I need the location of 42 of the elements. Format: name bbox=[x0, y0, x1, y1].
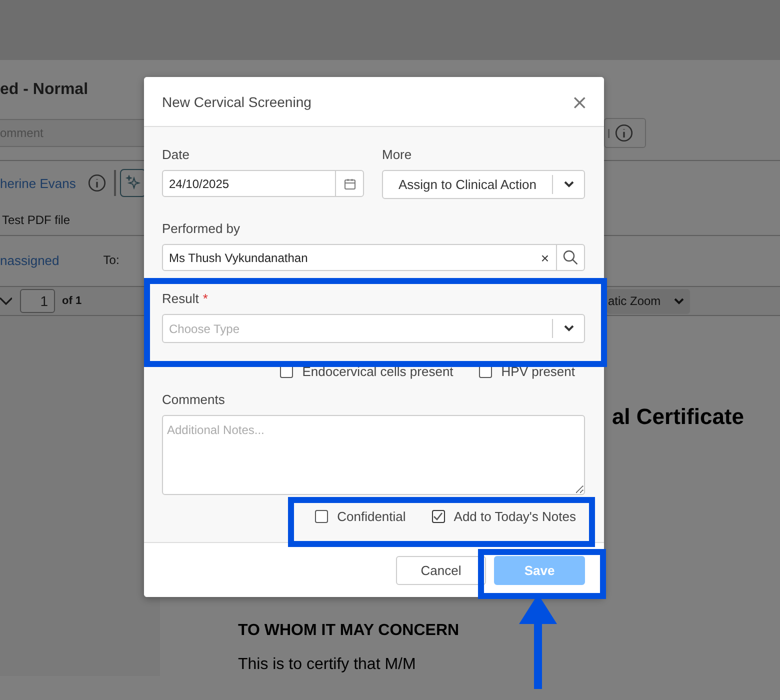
field-label: Comments bbox=[162, 392, 226, 407]
field-label: Performed by bbox=[162, 221, 242, 236]
performed-by-field[interactable]: Ms Thush Vykundanathan × bbox=[162, 244, 585, 271]
chevron-down-icon[interactable] bbox=[0, 297, 12, 305]
info-icon bbox=[88, 174, 106, 192]
result-input[interactable]: Choose Type bbox=[163, 322, 552, 336]
chevron-down-icon bbox=[674, 298, 684, 304]
checkbox[interactable] bbox=[315, 510, 328, 523]
checkbox-option[interactable]: Endocervical cells present bbox=[280, 364, 454, 379]
info-icon bbox=[614, 124, 633, 142]
clear-button[interactable]: × bbox=[534, 245, 556, 270]
checkbox-option[interactable]: HPV present bbox=[479, 364, 575, 379]
field-label: More bbox=[382, 147, 413, 162]
sparkle-button[interactable] bbox=[120, 169, 146, 197]
salutation: TO WHOM IT MAY CONCERN bbox=[238, 622, 460, 640]
page-count: of 1 bbox=[62, 295, 82, 307]
performed-by-input[interactable]: Ms Thush Vykundanathan bbox=[163, 250, 534, 264]
search-icon[interactable] bbox=[563, 250, 578, 265]
result-select[interactable]: Choose Type bbox=[162, 314, 585, 343]
checkbox[interactable] bbox=[432, 510, 445, 523]
file-name: Test PDF file bbox=[1, 212, 70, 229]
checkbox-option[interactable]: Confidential bbox=[315, 509, 406, 524]
zoom-select[interactable]: atic Zoom bbox=[607, 288, 690, 314]
chevron-down-icon bbox=[564, 181, 574, 188]
date-field[interactable]: 24/10/2025 bbox=[162, 170, 364, 197]
document-title: al Certificate bbox=[612, 404, 744, 430]
chevron-down-icon bbox=[564, 325, 574, 332]
to-label: To: bbox=[103, 253, 120, 267]
sparkle-icon bbox=[124, 175, 141, 191]
field-label: Result * bbox=[162, 291, 209, 306]
checkbox-option[interactable]: Add to Today's Notes bbox=[432, 509, 576, 524]
assign-button[interactable]: Assign to Clinical Action bbox=[383, 171, 552, 198]
record-heading: ed - Normal bbox=[0, 80, 88, 100]
document-text: This is to certify that M/M bbox=[238, 656, 417, 674]
comments-field[interactable]: Additional Notes... bbox=[162, 415, 585, 495]
close-button[interactable]: × bbox=[571, 92, 588, 112]
page-number-field[interactable]: 1 bbox=[20, 289, 55, 313]
dialog-title: New Cervical Screening bbox=[162, 94, 312, 110]
calendar-icon[interactable] bbox=[344, 178, 356, 190]
required-mark: * bbox=[202, 291, 208, 306]
field-label: Date bbox=[162, 147, 190, 162]
date-input[interactable]: 24/10/2025 bbox=[163, 176, 335, 190]
